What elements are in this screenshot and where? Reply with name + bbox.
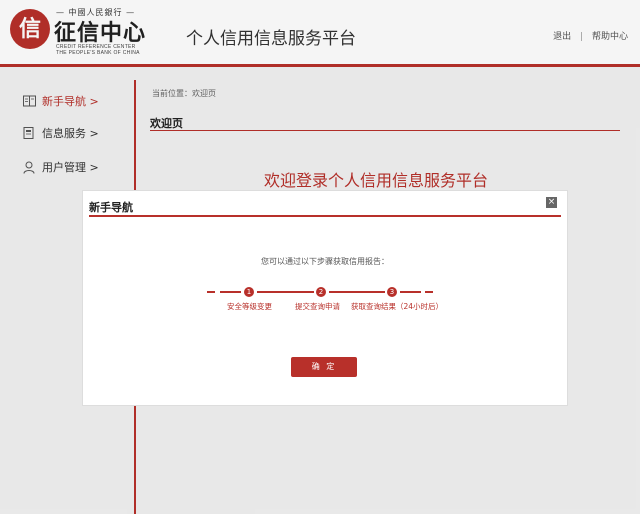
step-3-label: 获取查询结果（24小时后） bbox=[351, 302, 444, 311]
step-2-label: 提交查询申请 bbox=[295, 302, 340, 311]
step-3-circle: 3 bbox=[387, 287, 397, 297]
modal-description: 您可以通过以下步骤获取信用报告： bbox=[261, 257, 389, 266]
step-line bbox=[400, 291, 421, 293]
step-1-circle: 1 bbox=[244, 287, 254, 297]
close-icon[interactable]: × bbox=[546, 197, 557, 208]
step-line bbox=[220, 291, 241, 293]
modal-title: 新手导航 bbox=[89, 201, 133, 214]
confirm-button[interactable]: 确 定 bbox=[291, 357, 357, 377]
modal-title-divider bbox=[89, 215, 561, 217]
guide-modal: 新手导航 × 您可以通过以下步骤获取信用报告： 1 2 3 安全等级变更 提交查… bbox=[82, 190, 568, 406]
step-line-start bbox=[207, 291, 215, 293]
step-1-label: 安全等级变更 bbox=[227, 302, 272, 311]
step-2-circle: 2 bbox=[316, 287, 326, 297]
step-line bbox=[329, 291, 385, 293]
step-line bbox=[257, 291, 314, 293]
step-progress: 1 2 3 安全等级变更 提交查询申请 获取查询结果（24小时后） bbox=[207, 287, 443, 317]
step-line-end bbox=[425, 291, 433, 293]
